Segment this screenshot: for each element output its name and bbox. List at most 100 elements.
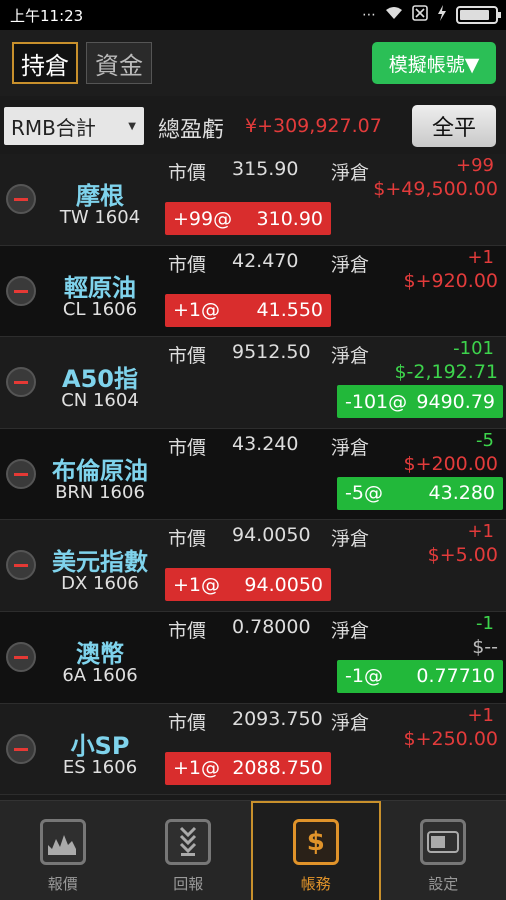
fill-price: 94.0050 <box>244 573 323 596</box>
more-dots-icon: ⋯ <box>362 7 376 23</box>
net-position-qty: -1 <box>476 612 494 634</box>
net-position-label: 淨倉 <box>331 345 370 368</box>
market-price-value: 0.78000 <box>232 615 311 638</box>
battery-fill <box>460 10 489 20</box>
fill-qty: -5@ <box>345 482 383 505</box>
wifi-icon <box>385 6 403 24</box>
fill-qty: +1@ <box>173 299 221 322</box>
contract-code: TW 1604 <box>59 207 141 228</box>
report-icon <box>165 819 212 865</box>
fill-qty: +1@ <box>173 573 221 596</box>
remove-position-icon[interactable] <box>6 184 36 214</box>
nav-item-dollar[interactable]: $ 帳務 <box>251 801 381 900</box>
currency-select[interactable]: RMB合計 ▼ <box>4 107 144 145</box>
nav-item-label: 設定 <box>428 875 459 893</box>
position-row[interactable]: A50指 CN 1604 市價 9512.50 淨倉 -101 $-2,192.71 -101… <box>0 337 506 429</box>
market-price-label: 市價 <box>168 162 207 184</box>
net-position-qty: +99 <box>456 155 494 176</box>
battery-icon <box>456 6 501 24</box>
bottom-nav: 報價 回報 $ 帳務 設定 <box>0 800 506 900</box>
position-pnl: $+920.00 <box>403 269 499 292</box>
average-fill-button[interactable]: +1@ 2088.750 <box>165 751 331 785</box>
remove-position-icon[interactable] <box>6 458 36 489</box>
fill-price: 41.550 <box>256 299 323 322</box>
contract-code: ES 1606 <box>62 756 138 778</box>
remove-position-icon[interactable] <box>6 733 36 764</box>
market-price-label: 市價 <box>168 619 207 642</box>
position-row[interactable]: 澳幣 6A 1606 市價 0.78000 淨倉 -1 $-- -1@ 0.77710 <box>0 611 506 704</box>
total-pnl-label: 總盈虧 <box>158 118 225 143</box>
position-row[interactable]: 小SP ES 1606 市價 2093.750 淨倉 +1 $+250.00 +1@ 2088.… <box>0 703 506 796</box>
chevron-down-icon: ▼ <box>128 121 136 132</box>
net-position-qty: +1 <box>467 246 494 268</box>
fill-qty: +99@ <box>173 207 233 230</box>
average-fill-button[interactable]: -101@ 9490.79 <box>337 385 503 419</box>
net-position-label: 淨倉 <box>331 162 370 184</box>
sim-account-dropdown[interactable]: 模擬帳號▼ <box>372 42 496 84</box>
position-row[interactable]: 摩根 TW 1604 市價 315.90 淨倉 +99 $+49,500.00 +99@ 310… <box>0 154 506 246</box>
net-position-qty: +1 <box>467 704 494 726</box>
dollar-icon: $ <box>292 819 339 865</box>
position-pnl: $+49,500.00 <box>373 178 498 200</box>
no-sim-icon <box>412 5 428 25</box>
net-position-qty: +1 <box>467 521 494 543</box>
position-row[interactable]: 美元指數 DX 1606 市價 94.0050 淨倉 +1 $+5.00 +1@ 94.0050 <box>0 520 506 612</box>
average-fill-button[interactable]: +1@ 41.550 <box>165 293 331 327</box>
tab-funds[interactable]: 資金 <box>86 42 152 84</box>
contract-name: 布倫原油 <box>52 456 148 485</box>
close-all-button[interactable]: 全平 <box>412 105 496 147</box>
market-price-value: 2093.750 <box>232 707 323 730</box>
contract-code: DX 1606 <box>61 573 139 595</box>
market-price-label: 市價 <box>168 345 207 368</box>
fill-qty: -101@ <box>345 390 408 413</box>
remove-position-icon[interactable] <box>6 641 36 672</box>
status-time: 上午11:23 <box>10 6 84 25</box>
contract-name: 美元指數 <box>52 548 148 577</box>
nav-item-label: 回報 <box>173 875 204 893</box>
average-fill-button[interactable]: +99@ 310.90 <box>165 202 331 235</box>
average-fill-button[interactable]: -1@ 0.77710 <box>337 659 503 693</box>
nav-item-report[interactable]: 回報 <box>126 801 252 900</box>
fill-qty: +1@ <box>173 757 221 780</box>
tab-positions[interactable]: 持倉 <box>12 42 78 84</box>
fill-price: 43.280 <box>428 482 495 505</box>
summary-bar: RMB合計 ▼ 總盈虧 ¥+309,927.07 全平 <box>0 96 506 154</box>
contract-code: 6A 1606 <box>62 664 138 686</box>
net-position-label: 淨倉 <box>331 619 370 642</box>
average-fill-button[interactable]: +1@ 94.0050 <box>165 568 331 602</box>
contract-name: 澳幣 <box>76 639 124 668</box>
contract-name: 輕原油 <box>64 273 136 302</box>
nav-item-label: 報價 <box>47 875 78 893</box>
contract-name: 摩根 <box>76 182 124 210</box>
status-icons: ⋯ <box>362 5 501 25</box>
total-pnl-value: ¥+309,927.07 <box>245 115 382 137</box>
nav-item-chart[interactable]: 報價 <box>0 801 126 900</box>
contract-code: BRN 1606 <box>55 481 145 503</box>
remove-position-icon[interactable] <box>6 275 36 306</box>
remove-position-icon[interactable] <box>6 367 36 398</box>
positions-list: 摩根 TW 1604 市價 315.90 淨倉 +99 $+49,500.00 +99@ 310… <box>0 154 506 796</box>
market-price-value: 94.0050 <box>232 524 311 547</box>
net-position-qty: -101 <box>453 338 494 360</box>
remove-position-icon[interactable] <box>6 550 36 581</box>
contract-code: CN 1604 <box>61 390 139 412</box>
contract-code: CL 1606 <box>62 298 138 320</box>
settings-icon <box>420 819 467 865</box>
net-position-label: 淨倉 <box>331 711 370 734</box>
fill-price: 0.77710 <box>416 665 495 688</box>
position-pnl: $-- <box>472 635 498 658</box>
status-bar: 上午11:23 ⋯ <box>0 0 506 30</box>
charging-icon <box>437 5 447 25</box>
nav-item-settings[interactable]: 設定 <box>381 801 506 900</box>
fill-price: 2088.750 <box>232 757 323 780</box>
fill-qty: -1@ <box>345 665 383 688</box>
nav-item-label: 帳務 <box>300 875 331 893</box>
position-pnl: $-2,192.71 <box>394 361 498 384</box>
position-pnl: $+250.00 <box>403 727 499 750</box>
contract-name: A50指 <box>62 365 138 394</box>
market-price-label: 市價 <box>168 528 207 551</box>
net-position-label: 淨倉 <box>331 528 370 551</box>
position-row[interactable]: 布倫原油 BRN 1606 市價 43.240 淨倉 -5 $+200.00 -5@ 43.28… <box>0 428 506 521</box>
average-fill-button[interactable]: -5@ 43.280 <box>337 476 503 510</box>
position-row[interactable]: 輕原油 CL 1606 市價 42.470 淨倉 +1 $+920.00 +1@ 41.550 <box>0 245 506 338</box>
